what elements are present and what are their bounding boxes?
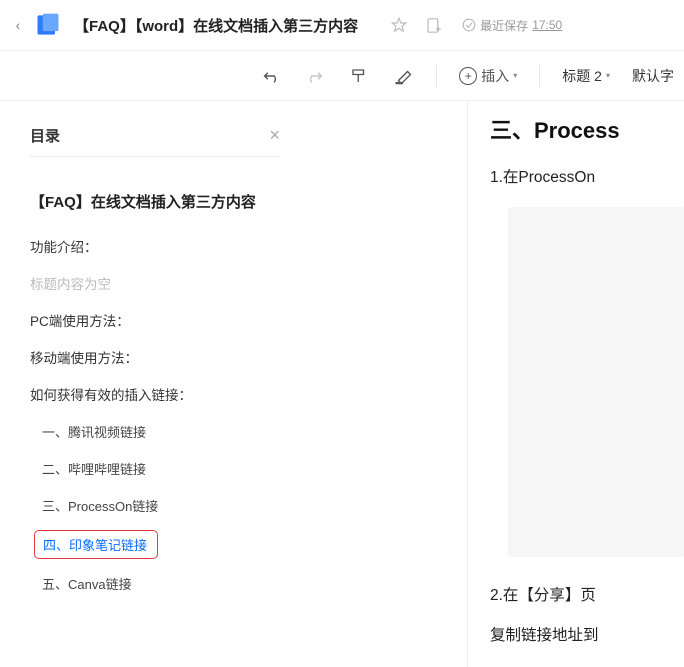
outline-item[interactable]: 如何获得有效的插入链接： <box>30 382 280 406</box>
save-time: 17:50 <box>532 18 562 32</box>
insert-label: 插入 <box>481 66 509 86</box>
outline-panel-title: 目录 <box>30 125 60 146</box>
insert-button[interactable]: + 插入 ▾ <box>459 66 517 86</box>
outline-panel: 目录 × 【FAQ】在线文档插入第三方内容 功能介绍： 标题内容为空 PC端使用方法… <box>0 101 468 667</box>
app-logo-icon[interactable] <box>34 11 62 39</box>
toolbar-separator <box>539 65 540 87</box>
page-add-icon[interactable] <box>424 16 442 34</box>
heading-label: 标题 2 <box>562 66 602 86</box>
check-circle-icon <box>462 18 476 32</box>
font-family-selector[interactable]: 默认字 <box>632 66 674 86</box>
content-heading[interactable]: 三、Process <box>490 113 684 145</box>
outline-root[interactable]: 【FAQ】在线文档插入第三方内容 <box>30 191 280 212</box>
titlebar: ‹ 【FAQ】【word】在线文档插入第三方内容 最近保存 17:50 <box>0 0 684 51</box>
format-paint-icon[interactable] <box>348 65 370 87</box>
redo-button[interactable] <box>304 65 326 87</box>
outline-sub-item[interactable]: 一、腾讯视频链接 <box>30 419 148 444</box>
star-icon[interactable] <box>390 16 408 34</box>
heading-selector[interactable]: 标题 2 ▾ <box>562 66 610 86</box>
outline-sub-item[interactable]: 三、ProcessOn链接 <box>30 493 160 518</box>
content-paragraph[interactable]: 2.在【分享】页 <box>490 583 684 605</box>
outline-item[interactable]: PC端使用方法： <box>30 308 280 332</box>
outline-header: 目录 × <box>30 125 280 157</box>
outline-item[interactable]: 移动端使用方法： <box>30 345 280 369</box>
toolbar-separator <box>436 65 437 87</box>
document-content: 三、Process 1.在ProcessOn 2.在【分享】页 复制链接地址到 <box>468 101 684 667</box>
content-paragraph[interactable]: 复制链接地址到 <box>490 623 684 645</box>
save-label: 最近保存 <box>480 17 528 34</box>
outline-sub-item[interactable]: 四、印象笔记链接 <box>34 530 158 559</box>
outline-item[interactable]: 标题内容为空 <box>30 271 280 295</box>
document-title: 【FAQ】【word】在线文档插入第三方内容 <box>74 15 358 36</box>
embedded-content-placeholder <box>508 207 684 557</box>
outline-item[interactable]: 功能介绍： <box>30 234 280 258</box>
close-icon[interactable]: × <box>269 125 280 146</box>
chevron-down-icon: ▾ <box>513 71 517 80</box>
undo-button[interactable] <box>260 65 282 87</box>
clear-format-icon[interactable] <box>392 65 414 87</box>
chevron-down-icon: ▾ <box>606 71 610 80</box>
plus-circle-icon: + <box>459 67 477 85</box>
save-status[interactable]: 最近保存 17:50 <box>462 17 562 34</box>
body-area: 目录 × 【FAQ】在线文档插入第三方内容 功能介绍： 标题内容为空 PC端使用方法… <box>0 101 684 667</box>
toolbar: + 插入 ▾ 标题 2 ▾ 默认字 <box>0 51 684 101</box>
outline-sub-item[interactable]: 五、Canva链接 <box>30 571 134 596</box>
outline-sub-item[interactable]: 二、哔哩哔哩链接 <box>30 456 148 481</box>
back-chevron-icon[interactable]: ‹ <box>8 17 28 33</box>
content-paragraph[interactable]: 1.在ProcessOn <box>490 165 684 187</box>
